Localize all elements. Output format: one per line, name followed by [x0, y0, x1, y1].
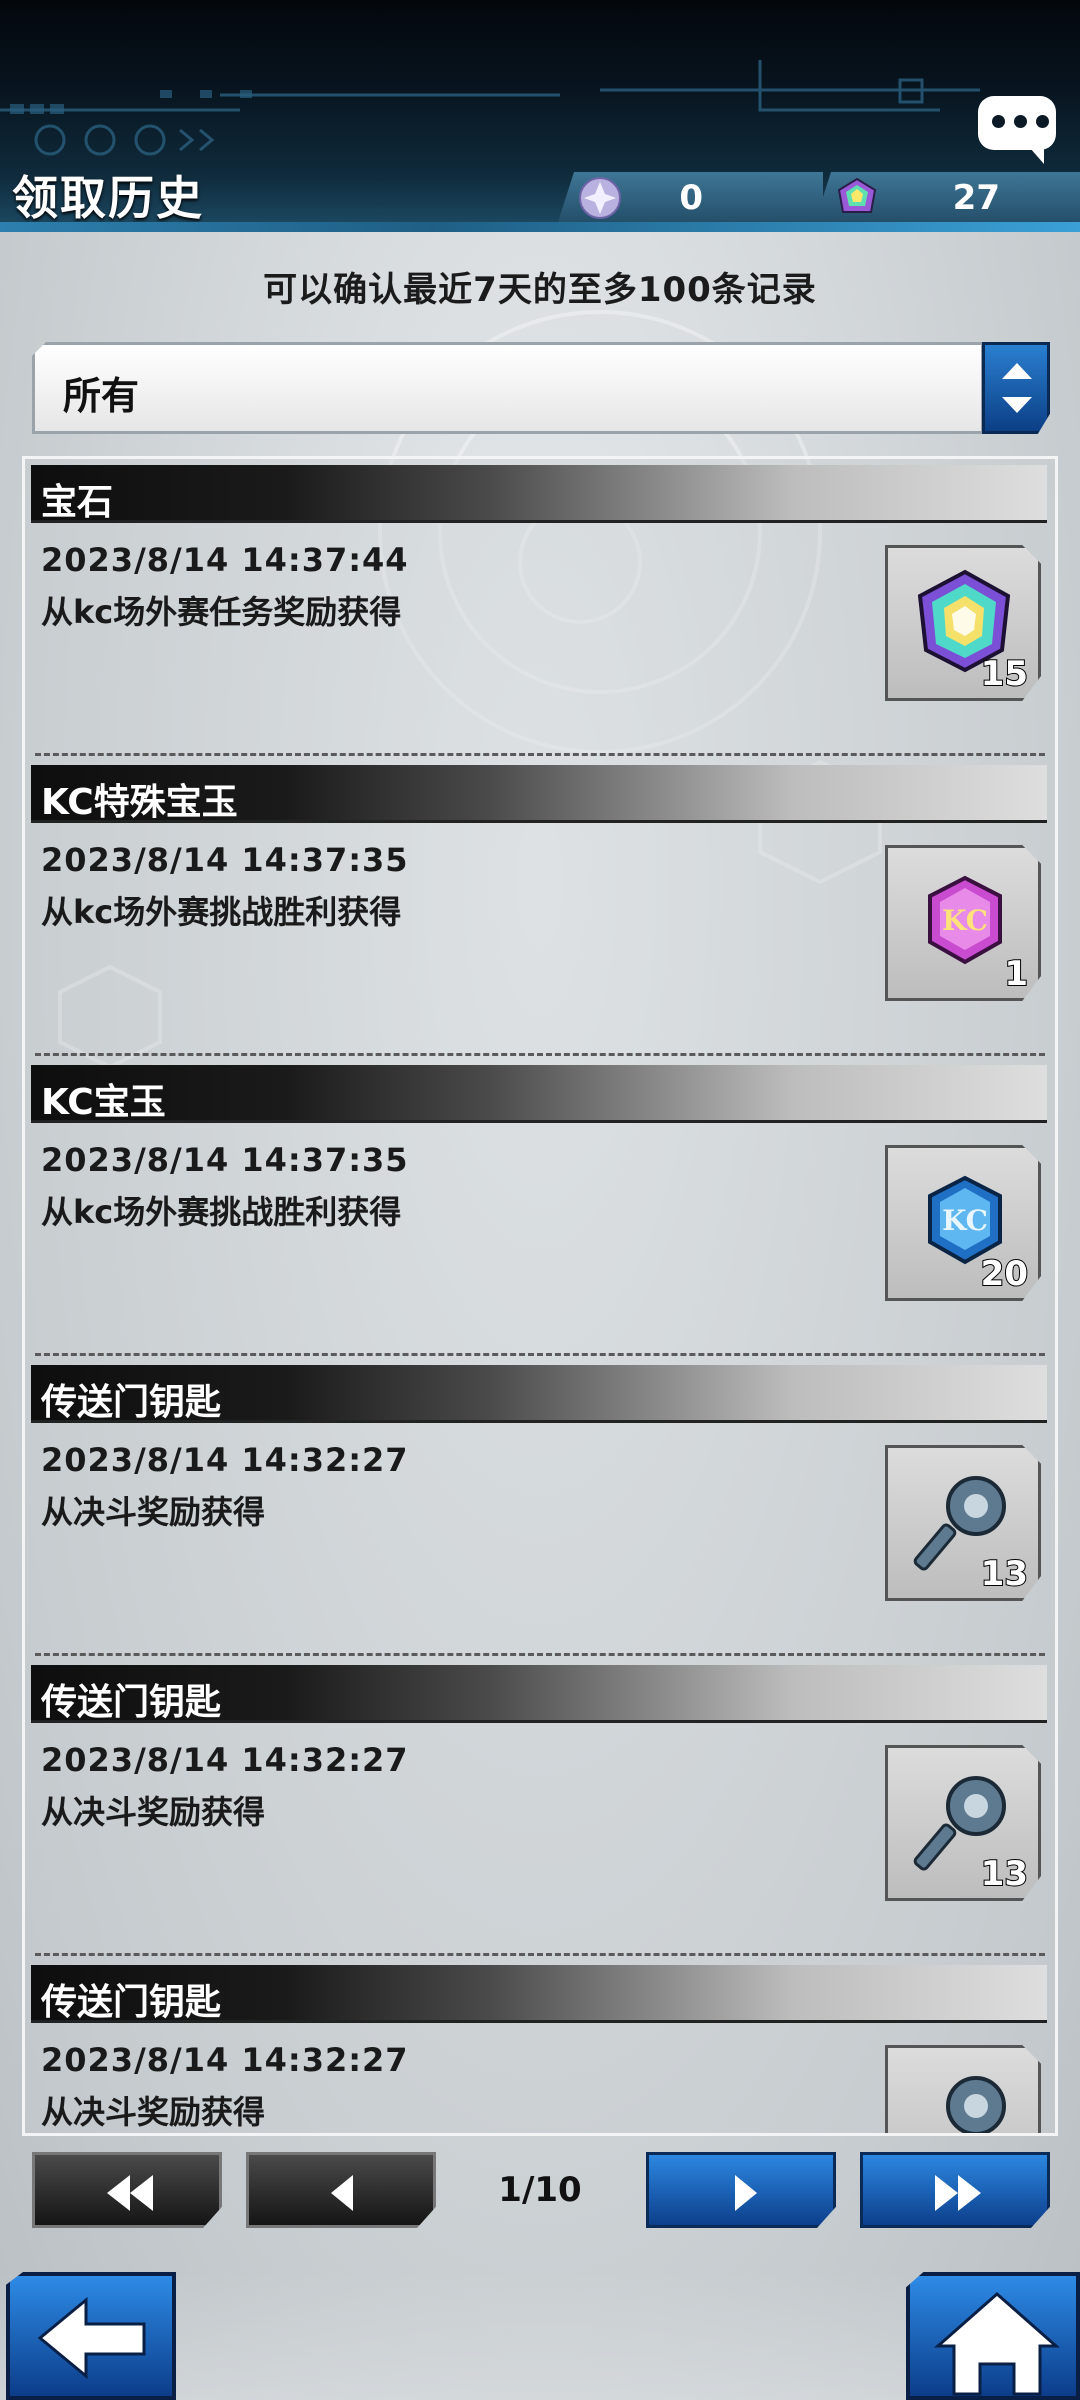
triangle-down-icon	[1002, 397, 1032, 413]
chevron-right-icon	[735, 2175, 757, 2211]
item-count: 1	[1003, 953, 1029, 995]
first-page-button[interactable]	[32, 2152, 222, 2228]
top-header: 0 27 领取历史	[0, 0, 1080, 232]
prev-page-button[interactable]	[246, 2152, 436, 2228]
crystal-orb-icon	[579, 177, 621, 219]
double-chevron-left-icon	[107, 2175, 153, 2211]
history-entry: KC特殊宝玉 2023/8/14 14:37:35 从kc场外赛挑战胜利获得 K…	[25, 759, 1055, 1059]
item-count: 13	[980, 1553, 1029, 1595]
item-tile[interactable]: KC 20	[885, 1145, 1041, 1301]
item-tile[interactable]: 15	[885, 545, 1041, 701]
entry-category-bar: 传送门钥匙	[31, 1665, 1047, 1723]
entry-source: 从kc场外赛挑战胜利获得	[41, 1193, 402, 1231]
chat-button[interactable]	[978, 96, 1056, 164]
gem-icon	[837, 177, 877, 213]
filter-dropdown[interactable]: 所有	[32, 342, 1050, 434]
entry-source: 从决斗奖励获得	[41, 1793, 266, 1831]
item-tile[interactable]: 13	[885, 1445, 1041, 1601]
entry-source: 从决斗奖励获得	[41, 1493, 266, 1531]
page-indicator: 1/10	[498, 2170, 582, 2210]
chevron-left-icon	[331, 2175, 353, 2211]
history-entry: 宝石 2023/8/14 14:37:44 从kc场外赛任务奖励获得 15	[25, 459, 1055, 759]
svg-text:KC: KC	[942, 1204, 988, 1237]
history-list[interactable]: 宝石 2023/8/14 14:37:44 从kc场外赛任务奖励获得 15 KC…	[22, 456, 1058, 2136]
entry-divider	[35, 1953, 1045, 1956]
entry-category-bar: 宝石	[31, 465, 1047, 523]
entry-divider	[35, 1053, 1045, 1056]
svg-text:KC: KC	[942, 904, 988, 937]
entry-date: 2023/8/14 14:37:35	[41, 1141, 409, 1179]
entry-category: 传送门钥匙	[41, 1382, 222, 1423]
triangle-up-icon	[1002, 363, 1032, 379]
entry-date: 2023/8/14 14:37:35	[41, 841, 409, 879]
chat-icon	[992, 115, 1049, 128]
entry-category-bar: 传送门钥匙	[31, 1365, 1047, 1423]
last-page-button[interactable]	[860, 2152, 1050, 2228]
item-tile[interactable]: KC 1	[885, 845, 1041, 1001]
item-tile[interactable]	[885, 2045, 1041, 2133]
entry-category: KC宝玉	[41, 1082, 166, 1123]
history-entry: 传送门钥匙 2023/8/14 14:32:27 从决斗奖励获得 13	[25, 1659, 1055, 1959]
entry-source: 从kc场外赛挑战胜利获得	[41, 893, 402, 931]
back-button[interactable]	[6, 2272, 176, 2400]
history-entry: 传送门钥匙 2023/8/14 14:32:27 从决斗奖励获得 13	[25, 1359, 1055, 1659]
entry-category-bar: KC特殊宝玉	[31, 765, 1047, 823]
entry-category: 传送门钥匙	[41, 1982, 222, 2023]
double-chevron-right-icon	[935, 2175, 981, 2211]
header-divider	[0, 222, 1080, 232]
entry-date: 2023/8/14 14:32:27	[41, 2041, 409, 2079]
entry-source: 从决斗奖励获得	[41, 2093, 266, 2131]
item-tile[interactable]: 13	[885, 1745, 1041, 1901]
entry-date: 2023/8/14 14:32:27	[41, 1441, 409, 1479]
entry-date: 2023/8/14 14:32:27	[41, 1741, 409, 1779]
entry-category-bar: 传送门钥匙	[31, 1965, 1047, 2023]
entry-category-bar: KC宝玉	[31, 1065, 1047, 1123]
home-icon	[934, 2292, 1060, 2396]
item-count: 20	[980, 1253, 1029, 1295]
entry-date: 2023/8/14 14:37:44	[41, 541, 409, 579]
entry-category: 传送门钥匙	[41, 1682, 222, 1723]
filter-selected-value: 所有	[63, 374, 140, 418]
next-page-button[interactable]	[646, 2152, 836, 2228]
record-notice: 可以确认最近7天的至多100条记录	[263, 270, 817, 310]
arrow-left-icon	[37, 2296, 146, 2380]
entry-divider	[35, 753, 1045, 756]
history-entry: 传送门钥匙 2023/8/14 14:32:27 从决斗奖励获得	[25, 1959, 1055, 2133]
currency-orb: 0	[558, 172, 823, 222]
gem-count: 27	[952, 178, 1000, 218]
entry-divider	[35, 1653, 1045, 1656]
page-title: 领取历史	[12, 171, 204, 225]
entry-source: 从kc场外赛任务奖励获得	[41, 593, 402, 631]
entry-category: 宝石	[41, 482, 114, 523]
currency-gem: 27	[815, 172, 1080, 222]
orb-count: 0	[679, 178, 703, 218]
gate-key-icon	[946, 2076, 1006, 2133]
item-count: 13	[980, 1853, 1029, 1895]
filter-spinner-button[interactable]	[982, 342, 1050, 434]
home-button[interactable]	[906, 2272, 1080, 2400]
filter-field[interactable]: 所有	[32, 342, 984, 434]
history-entry: KC宝玉 2023/8/14 14:37:35 从kc场外赛挑战胜利获得 KC …	[25, 1059, 1055, 1359]
item-count: 15	[980, 653, 1029, 695]
entry-divider	[35, 1353, 1045, 1356]
entry-category: KC特殊宝玉	[41, 782, 238, 823]
